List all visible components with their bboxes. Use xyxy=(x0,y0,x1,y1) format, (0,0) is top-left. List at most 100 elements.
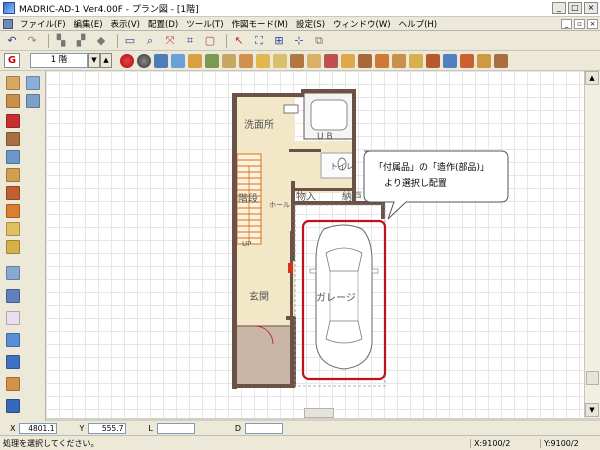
floor-tool-icon[interactable] xyxy=(6,94,20,108)
doc-restore-button[interactable]: ▫ xyxy=(574,18,585,29)
select-area-icon[interactable]: ⛶ xyxy=(251,33,267,49)
bathtub xyxy=(310,99,348,131)
door-tool-icon[interactable] xyxy=(6,168,20,182)
panel-icon[interactable] xyxy=(154,53,168,68)
desk-part-icon[interactable] xyxy=(341,53,355,68)
window-tool-icon[interactable] xyxy=(6,150,20,164)
grid-tool-icon[interactable] xyxy=(6,240,20,254)
door-part-icon[interactable] xyxy=(188,53,202,68)
move-icon[interactable]: ▞ xyxy=(73,33,89,49)
y-coordinate-field[interactable]: 555.7 xyxy=(88,422,127,434)
north-tool-icon[interactable] xyxy=(6,355,20,369)
menu-window[interactable]: ウィンドウ(W) xyxy=(329,18,395,30)
text-tool-icon[interactable] xyxy=(6,311,20,325)
dimension-icon[interactable]: ⊹ xyxy=(291,33,307,49)
toolbar-separator xyxy=(48,33,49,48)
storage-part-icon[interactable] xyxy=(307,53,321,68)
doc-close-button[interactable]: × xyxy=(587,18,598,29)
floor-up-button[interactable]: ▲ xyxy=(100,53,112,68)
x-coordinate-field[interactable]: 4801.1 xyxy=(19,422,58,434)
g-button[interactable]: G xyxy=(4,53,20,68)
minimize-button[interactable]: _ xyxy=(552,2,566,14)
bath-part-icon[interactable] xyxy=(256,53,270,68)
bed-part-icon[interactable] xyxy=(324,53,338,68)
menu-view[interactable]: 表示(V) xyxy=(107,18,144,30)
misc-part-icon[interactable] xyxy=(494,53,508,68)
menu-settings[interactable]: 設定(S) xyxy=(292,18,329,30)
column-tool-icon[interactable] xyxy=(6,132,20,146)
wheel-icon[interactable] xyxy=(137,53,151,68)
coordinate-bar: X 4801.1 Y 555.7 L D xyxy=(0,421,600,435)
dimension-tool-icon[interactable] xyxy=(6,266,20,280)
menu-mode[interactable]: 作図モード(M) xyxy=(228,18,292,30)
car-part-icon[interactable] xyxy=(460,53,474,68)
length-field[interactable] xyxy=(156,422,195,434)
snap-icon[interactable]: ⊞ xyxy=(271,33,287,49)
menu-help[interactable]: ヘルプ(H) xyxy=(395,18,442,30)
menu-edit[interactable]: 編集(E) xyxy=(70,18,107,30)
sink xyxy=(283,104,299,114)
horizontal-scrollbar[interactable] xyxy=(46,408,584,418)
fit-icon[interactable]: ⤧ xyxy=(162,33,178,49)
genkan-tile xyxy=(234,325,296,387)
stair-part-icon[interactable] xyxy=(205,53,219,68)
room-tool-icon[interactable] xyxy=(6,76,20,90)
wall-tool-icon[interactable] xyxy=(6,114,20,128)
layer-icon[interactable]: ⧉ xyxy=(311,33,327,49)
table-part-icon[interactable] xyxy=(392,53,406,68)
undo-icon[interactable]: ↶ xyxy=(4,33,20,49)
room-tool-alt-icon[interactable] xyxy=(26,76,40,90)
sink-part-icon[interactable] xyxy=(239,53,253,68)
plant-part-icon[interactable] xyxy=(477,53,491,68)
scroll-down-arrow[interactable]: ▼ xyxy=(585,403,599,417)
line-tool-icon[interactable] xyxy=(6,289,20,303)
tv-part-icon[interactable] xyxy=(443,53,457,68)
stair-tool-icon[interactable] xyxy=(6,204,20,218)
doc-minimize-button[interactable]: _ xyxy=(561,18,572,29)
drawing-canvas[interactable]: 洗面所 U B トイレ 階段 ホール 物入 納戸 UP 玄関 ガレージ 「付属品… xyxy=(46,71,584,418)
y-label: Y xyxy=(79,423,85,433)
scroll-up-arrow[interactable]: ▲ xyxy=(585,71,599,85)
print-icon[interactable]: ▭ xyxy=(122,33,138,49)
menu-place[interactable]: 配置(D) xyxy=(144,18,182,30)
symbol-tool-icon[interactable] xyxy=(6,333,20,347)
menu-tools[interactable]: ツール(T) xyxy=(182,18,227,30)
vertical-scroll-thumb[interactable] xyxy=(586,371,599,385)
l-label: L xyxy=(148,423,153,433)
opening-tool-icon[interactable] xyxy=(6,222,20,236)
area-tool-icon[interactable] xyxy=(6,377,20,391)
status-grid-y: Y:9100/2 xyxy=(540,438,600,448)
redo-swirl-icon[interactable] xyxy=(120,53,134,68)
horizontal-scroll-thumb[interactable] xyxy=(304,408,334,418)
room-label-nando: 納戸 xyxy=(342,190,362,203)
floor-down-button[interactable]: ▼ xyxy=(88,53,100,68)
shelf-part-icon[interactable] xyxy=(409,53,423,68)
view-tool-icon[interactable] xyxy=(26,94,40,108)
floor-select[interactable]: 1 階 xyxy=(30,53,88,68)
window-part-icon[interactable] xyxy=(171,53,185,68)
delete-icon[interactable]: ◆ xyxy=(93,33,109,49)
sofa-part-icon[interactable] xyxy=(375,53,389,68)
vertical-scrollbar[interactable]: ▲ ▼ xyxy=(584,71,600,418)
copy-icon[interactable]: ▚ xyxy=(53,33,69,49)
close-button[interactable]: × xyxy=(584,2,598,14)
door-marker xyxy=(288,263,293,273)
grid-icon[interactable]: ⌗ xyxy=(182,33,198,49)
roof-tool-icon[interactable] xyxy=(6,186,20,200)
room-label-hall: ホール xyxy=(269,201,290,209)
zoom-icon[interactable]: ⌕ xyxy=(142,33,158,49)
redo-icon[interactable]: ↷ xyxy=(24,33,40,49)
furniture-part-icon[interactable] xyxy=(222,53,236,68)
document-icon[interactable] xyxy=(3,18,13,29)
room-label-kaidan: 階段 xyxy=(238,192,258,205)
menu-file[interactable]: ファイル(F) xyxy=(16,18,70,30)
chair-part-icon[interactable] xyxy=(358,53,372,68)
closet-part-icon[interactable] xyxy=(426,53,440,68)
kitchen-part-icon[interactable] xyxy=(290,53,304,68)
maximize-button[interactable]: □ xyxy=(568,2,582,14)
frame-icon[interactable]: ▢ xyxy=(202,33,218,49)
pointer-icon[interactable]: ↖ xyxy=(231,33,247,49)
toilet-part-icon[interactable] xyxy=(273,53,287,68)
direction-field[interactable] xyxy=(245,422,284,434)
house-tool-icon[interactable] xyxy=(6,399,20,413)
